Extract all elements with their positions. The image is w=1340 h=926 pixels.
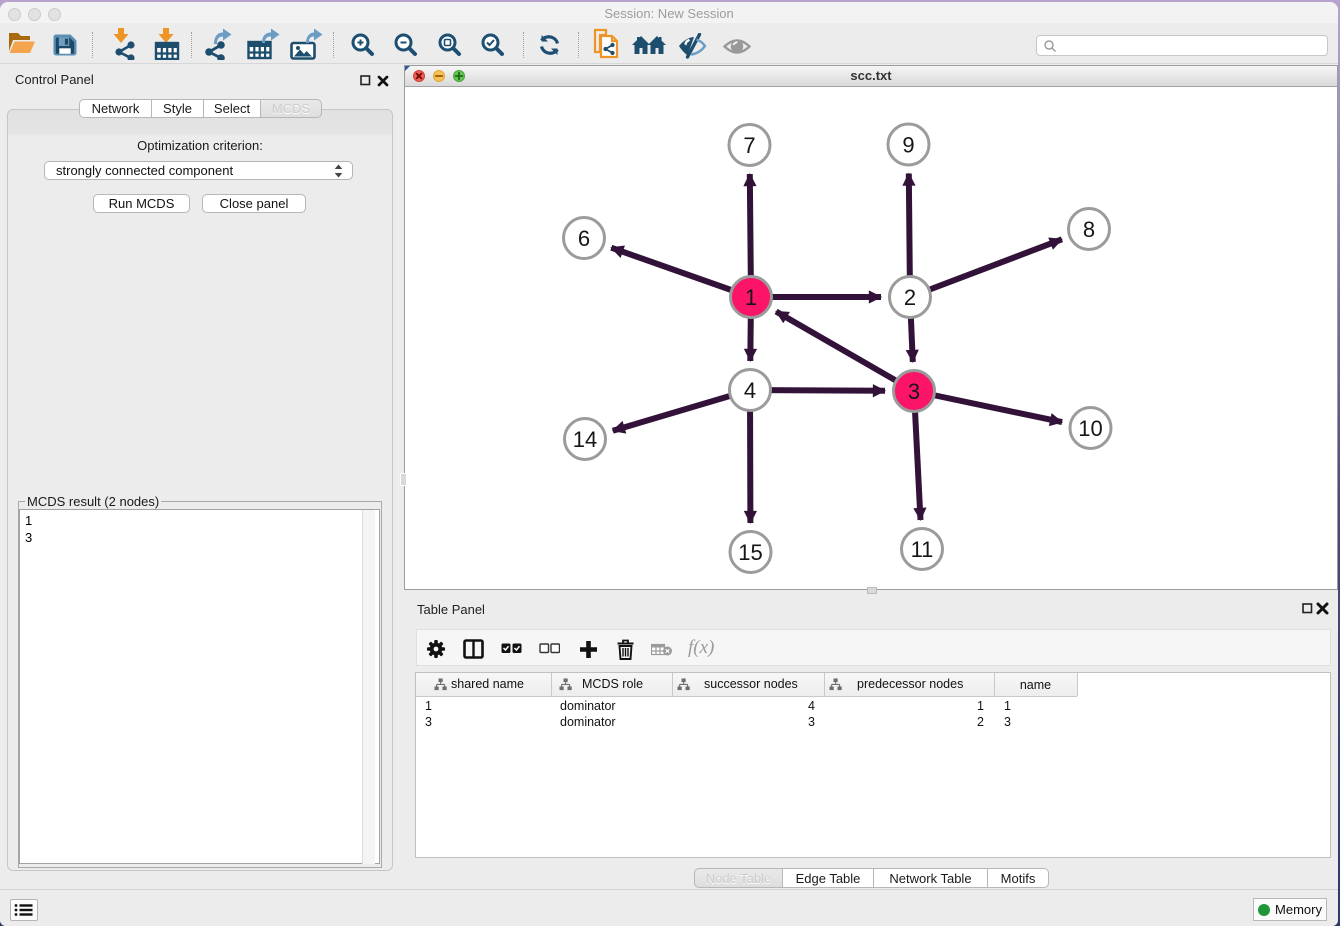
- svg-text:4: 4: [744, 378, 756, 403]
- svg-text:3: 3: [908, 379, 920, 404]
- svg-text:8: 8: [1083, 217, 1095, 242]
- svg-text:11: 11: [911, 537, 934, 562]
- svg-text:7: 7: [743, 133, 755, 158]
- svg-text:14: 14: [573, 427, 597, 452]
- svg-text:1: 1: [745, 285, 757, 310]
- svg-text:15: 15: [738, 540, 762, 565]
- svg-text:10: 10: [1078, 416, 1102, 441]
- svg-text:9: 9: [902, 133, 914, 158]
- svg-text:6: 6: [578, 226, 590, 251]
- svg-text:2: 2: [904, 285, 916, 310]
